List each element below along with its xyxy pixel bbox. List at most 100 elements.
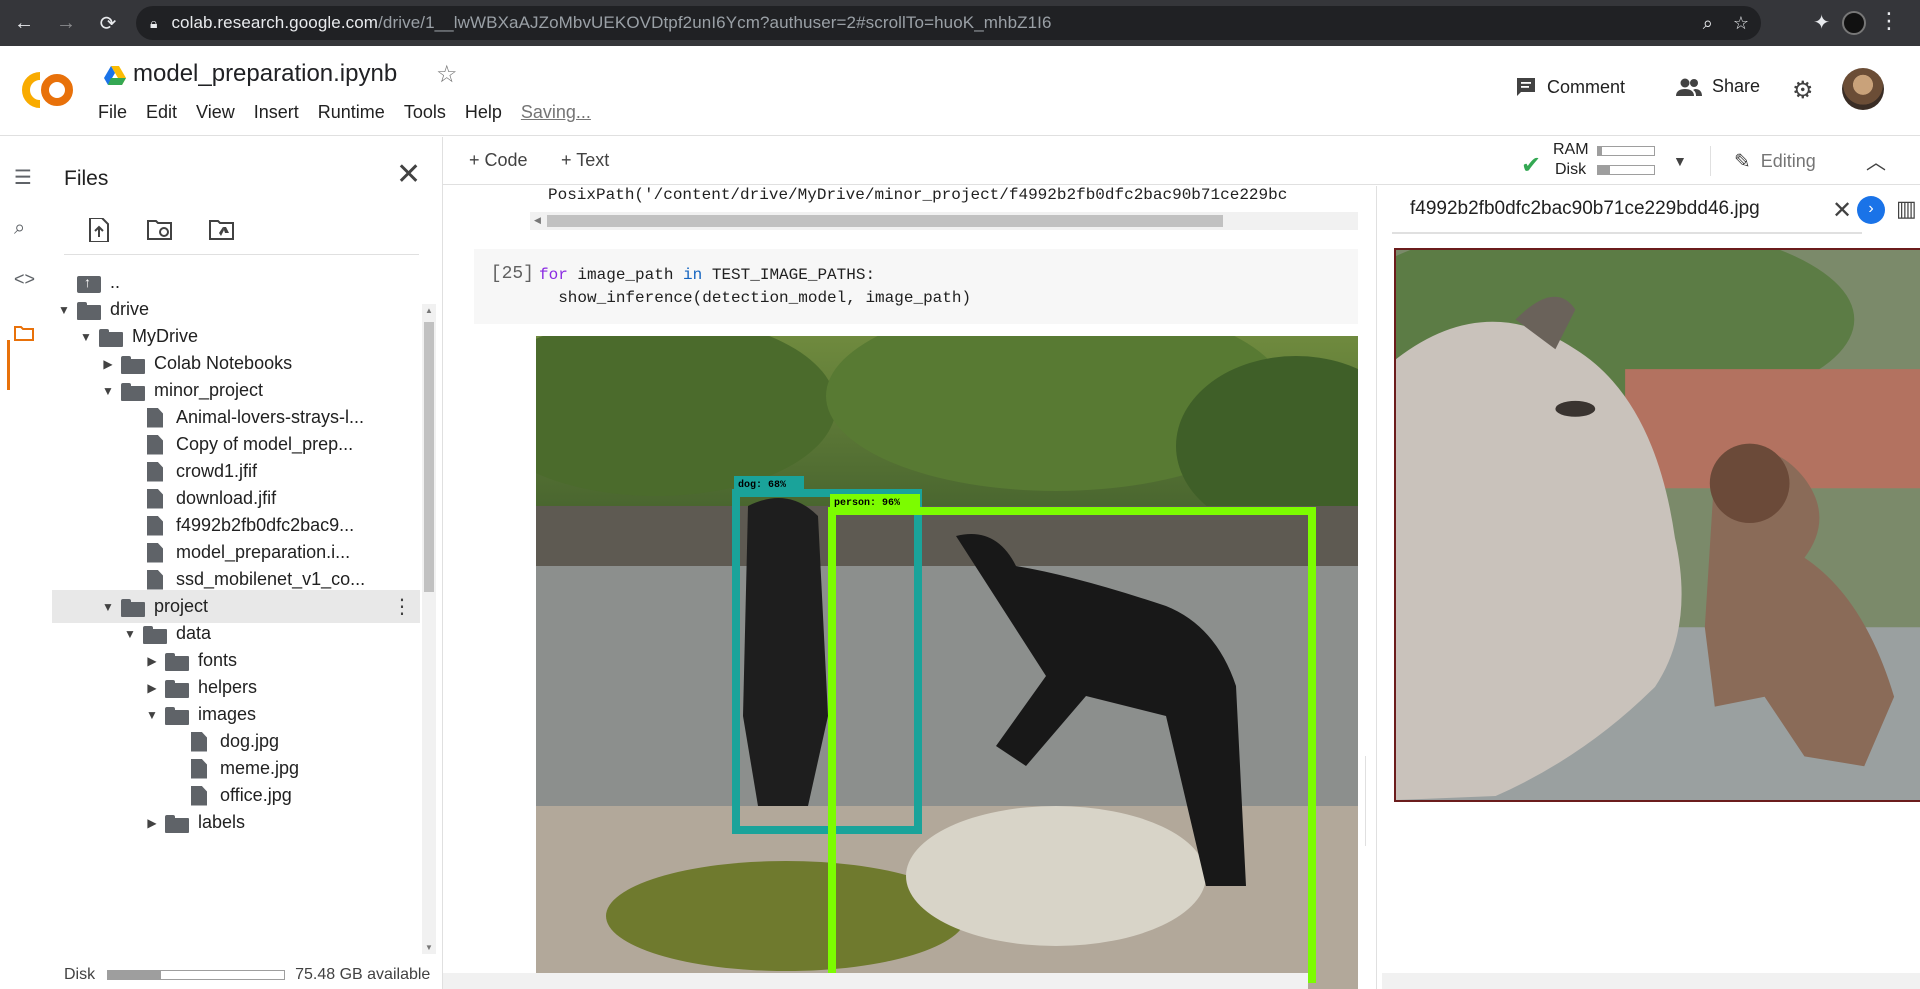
user-avatar[interactable] <box>1842 68 1884 110</box>
menu-help[interactable]: Help <box>465 102 502 123</box>
folder-icon <box>164 678 190 698</box>
ram-label: RAM <box>1553 141 1589 158</box>
mount-drive-icon[interactable] <box>206 213 240 247</box>
drive-icon <box>104 66 126 85</box>
execution-count[interactable]: [25] <box>474 264 534 284</box>
colab-header: model_preparation.ipynb ☆ File Edit View… <box>0 46 1920 136</box>
code-snippets-icon[interactable]: <> <box>14 269 35 290</box>
caret-down-icon[interactable]: ▼ <box>100 600 116 614</box>
notebook-hscrollbar[interactable] <box>443 973 1308 989</box>
caret-down-icon[interactable]: ▼ <box>78 330 94 344</box>
menu-file[interactable]: File <box>98 102 127 123</box>
folder-icon <box>120 597 146 617</box>
editing-mode-button[interactable]: ✎ Editing <box>1734 149 1816 174</box>
close-tab-icon[interactable]: ✕ <box>1832 196 1852 225</box>
previous-output: PosixPath('/content/drive/MyDrive/minor_… <box>548 186 1288 204</box>
folder-icon <box>142 624 168 644</box>
chevron-down-icon[interactable]: ▼ <box>1673 153 1687 169</box>
menu-insert[interactable]: Insert <box>254 102 299 123</box>
tree-item-label: .. <box>110 272 121 292</box>
browser-menu-icon[interactable]: ⋮ <box>1878 8 1900 34</box>
caret-down-icon[interactable]: ▼ <box>144 708 160 722</box>
code-cell[interactable]: [25] for image_path in TEST_IMAGE_PATHS:… <box>474 249 1358 324</box>
menu-view[interactable]: View <box>196 102 235 123</box>
file-icon <box>186 759 212 779</box>
menu-tools[interactable]: Tools <box>404 102 446 123</box>
dog-detection-label: dog: 68% <box>738 479 786 491</box>
parent-folder-icon <box>76 273 102 293</box>
file-icon <box>186 732 212 752</box>
back-icon[interactable]: ← <box>6 5 42 41</box>
profile-avatar[interactable] <box>1842 11 1866 35</box>
notebook-scrollbar[interactable] <box>1361 186 1376 989</box>
caret-right-icon[interactable]: ▶ <box>144 681 160 695</box>
toc-icon[interactable]: ☰ <box>14 165 32 190</box>
star-icon[interactable]: ☆ <box>436 60 458 89</box>
chevron-up-icon[interactable]: ︿ <box>1866 146 1886 175</box>
tree-item-label: drive <box>110 299 150 319</box>
notebook-title[interactable]: model_preparation.ipynb <box>133 60 397 88</box>
share-button[interactable]: Share <box>1676 76 1760 97</box>
refresh-folder-icon[interactable] <box>144 213 178 247</box>
menu-runtime[interactable]: Runtime <box>318 102 385 123</box>
menu-edit[interactable]: Edit <box>146 102 177 123</box>
tree-folder-row[interactable]: ▶ labels <box>52 806 420 839</box>
tree-item-label: model_preparation.i... <box>176 542 351 562</box>
more-options-icon[interactable]: ⋮ <box>392 594 412 619</box>
tree-item-label: helpers <box>198 677 258 697</box>
file-icon <box>142 516 168 536</box>
divider <box>1710 146 1711 176</box>
comment-button[interactable]: Comment <box>1515 76 1625 98</box>
tree-item-label: Copy of model_prep... <box>176 434 354 454</box>
caret-down-icon[interactable]: ▼ <box>122 627 138 641</box>
disk-res-bar <box>1597 165 1655 175</box>
disk-label: Disk <box>64 966 96 983</box>
tree-item-label: meme.jpg <box>220 758 300 778</box>
colab-logo <box>22 72 73 108</box>
connected-check-icon: ✔ <box>1521 152 1542 179</box>
settings-gear-icon[interactable]: ⚙ <box>1792 76 1814 105</box>
add-text-button[interactable]: + Text <box>561 150 609 171</box>
folder-icon <box>164 813 190 833</box>
next-tab-icon[interactable]: › <box>1857 196 1885 224</box>
active-indicator <box>7 340 10 390</box>
caret-down-icon[interactable]: ▼ <box>100 384 116 398</box>
forward-icon[interactable]: → <box>48 5 84 41</box>
tree-item-label: f4992b2fb0dfc2bac9... <box>176 515 355 535</box>
output-scrollbar[interactable]: ◀ <box>530 212 1358 230</box>
caret-down-icon[interactable]: ▼ <box>56 303 72 317</box>
comment-icon <box>1517 78 1535 96</box>
tree-item-label: MyDrive <box>132 326 198 346</box>
caret-right-icon[interactable]: ▶ <box>144 654 160 668</box>
save-status[interactable]: Saving... <box>521 102 591 123</box>
tree-item-label: fonts <box>198 650 238 670</box>
notebook-area: PosixPath('/content/drive/MyDrive/minor_… <box>443 186 1376 989</box>
viewer-tab[interactable]: f4992b2fb0dfc2bac90b71ce229bdd46.jpg ✕ <box>1392 186 1862 234</box>
folder-icon <box>76 300 102 320</box>
bookmark-star-icon[interactable]: ☆ <box>1733 13 1749 34</box>
close-icon[interactable]: ✕ <box>396 157 421 192</box>
lock-icon: 🔒︎ <box>150 14 158 31</box>
folder-icon[interactable] <box>14 325 34 341</box>
people-icon <box>1676 78 1702 96</box>
caret-right-icon[interactable]: ▶ <box>100 357 116 371</box>
file-icon <box>186 786 212 806</box>
upload-icon[interactable] <box>82 213 116 247</box>
extensions-icon[interactable]: ✦ <box>1813 10 1830 35</box>
file-icon <box>142 543 168 563</box>
divider <box>64 254 419 255</box>
address-bar[interactable]: 🔒︎ colab.research.google.com/drive/1__lw… <box>136 6 1761 40</box>
tree-scrollbar[interactable]: ▲ ▼ <box>422 304 436 954</box>
folder-icon <box>120 381 146 401</box>
caret-right-icon[interactable]: ▶ <box>144 816 160 830</box>
add-code-button[interactable]: + Code <box>469 150 528 171</box>
columns-icon[interactable]: ▥ <box>1896 196 1917 222</box>
folder-icon <box>98 327 124 347</box>
ram-bar <box>1597 146 1655 156</box>
reload-icon[interactable]: ⟳ <box>90 5 126 41</box>
browser-toolbar: ← → ⟳ 🔒︎ colab.research.google.com/drive… <box>0 0 1920 46</box>
zoom-icon[interactable]: ⌕ <box>1703 13 1713 34</box>
cell-source[interactable]: for image_path in TEST_IMAGE_PATHS: show… <box>539 264 971 310</box>
viewer-hscrollbar[interactable] <box>1382 973 1920 989</box>
search-icon[interactable]: ⌕ <box>14 217 25 240</box>
